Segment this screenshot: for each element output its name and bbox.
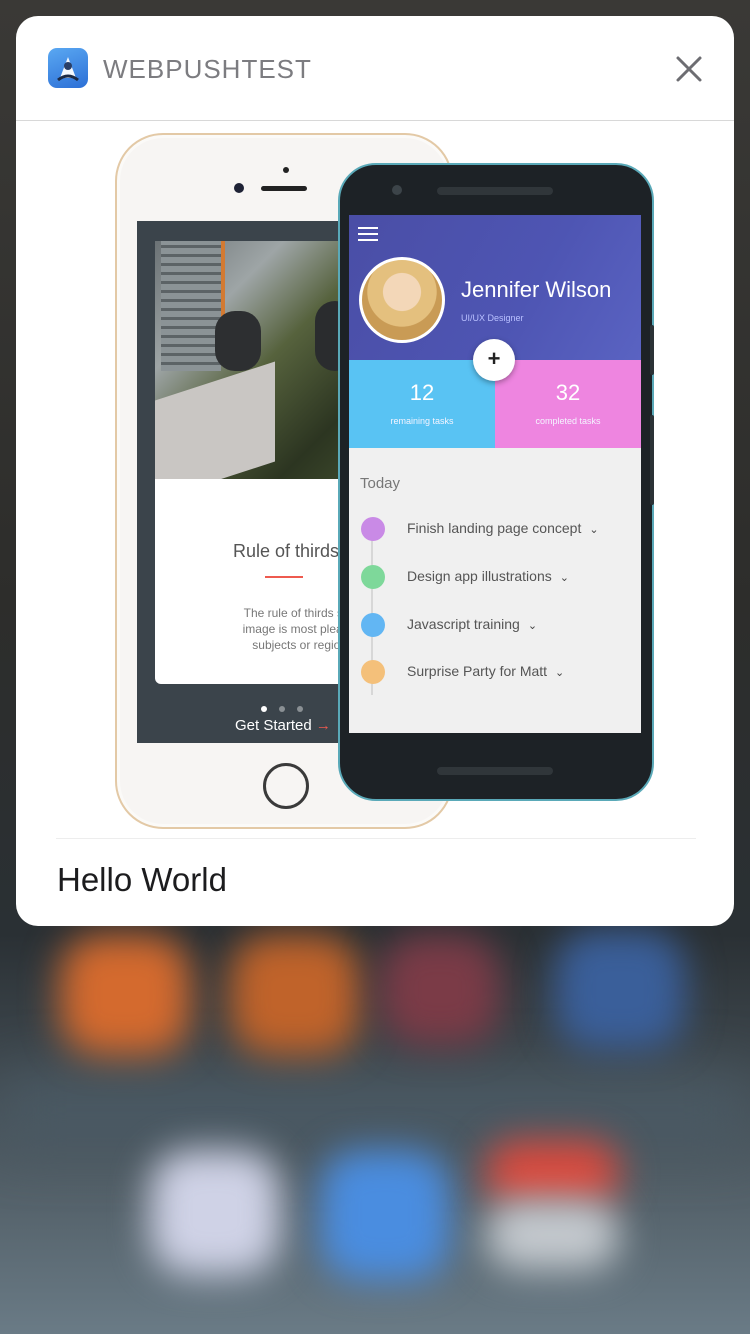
notification-header: WEBPUSHTEST bbox=[16, 16, 734, 121]
divider bbox=[56, 838, 696, 839]
profile-role: UI/UX Designer bbox=[461, 313, 524, 323]
chevron-down-icon: ⌄ bbox=[555, 667, 565, 679]
home-button bbox=[263, 763, 309, 809]
stat-remaining: 12 remaining tasks bbox=[349, 360, 495, 448]
task-dot bbox=[361, 517, 385, 541]
chevron-down-icon: ⌄ bbox=[527, 620, 538, 632]
page-indicator bbox=[261, 699, 315, 717]
get-started-link: Get Started → bbox=[235, 717, 331, 734]
arrow-right-icon: → bbox=[315, 717, 331, 734]
notification-message: Hello World bbox=[57, 861, 227, 898]
avatar bbox=[359, 257, 445, 343]
blurred-app-icon bbox=[380, 935, 500, 1045]
speaker bbox=[437, 187, 553, 195]
blurred-app-icon bbox=[555, 930, 685, 1050]
blurred-app-icon bbox=[485, 1140, 620, 1205]
android-mockup: Jennifer Wilson UI/UX Designer + 12 rema… bbox=[338, 163, 654, 801]
chevron-down-icon: ⌄ bbox=[559, 572, 569, 584]
section-label: Today bbox=[360, 475, 401, 492]
task-dot bbox=[361, 660, 385, 684]
speaker bbox=[261, 186, 307, 191]
camera bbox=[392, 185, 402, 195]
task-dot bbox=[361, 565, 385, 589]
title-underline bbox=[265, 576, 303, 578]
app-name: WEBPUSHTEST bbox=[103, 54, 312, 84]
blurred-app-icon bbox=[60, 935, 190, 1055]
android-screen: Jennifer Wilson UI/UX Designer + 12 rema… bbox=[349, 215, 641, 733]
task-item: Finish landing page concept ⌄ bbox=[361, 517, 641, 541]
notification-image-attachment[interactable]: Rule of thirds The rule of thirds states… bbox=[16, 121, 734, 837]
camera bbox=[234, 183, 244, 193]
blurred-app-icon bbox=[320, 1150, 450, 1280]
chevron-down-icon: ⌄ bbox=[589, 524, 599, 536]
task-item: Javascript training ⌄ bbox=[361, 613, 641, 637]
blurred-app-icon bbox=[485, 1200, 620, 1270]
blurred-app-icon bbox=[150, 1150, 280, 1275]
task-item: Design app illustrations ⌄ bbox=[361, 565, 641, 589]
close-icon[interactable] bbox=[666, 46, 712, 92]
profile-name: Jennifer Wilson bbox=[461, 277, 612, 302]
onboarding-title: Rule of thirds bbox=[233, 541, 340, 561]
close-button[interactable] bbox=[666, 46, 712, 92]
task-item: Surprise Party for Matt ⌄ bbox=[361, 660, 641, 684]
stat-completed: 32 completed tasks bbox=[495, 360, 641, 448]
task-dot bbox=[361, 613, 385, 637]
add-fab: + bbox=[473, 339, 515, 381]
push-notification-card[interactable]: WEBPUSHTEST Rule of thirds The rule of t… bbox=[16, 16, 734, 926]
app-icon bbox=[48, 48, 88, 88]
blurred-app-icon bbox=[230, 935, 360, 1055]
hamburger-menu-icon bbox=[358, 227, 378, 245]
